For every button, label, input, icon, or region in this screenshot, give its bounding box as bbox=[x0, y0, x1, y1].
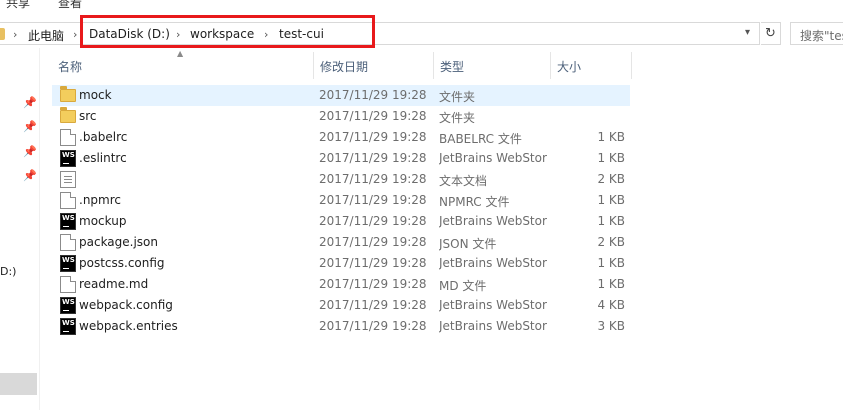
chevron-right-icon[interactable]: › bbox=[13, 28, 17, 41]
text-document-icon bbox=[60, 171, 76, 188]
search-input[interactable]: 搜索"test-cui" bbox=[790, 22, 843, 45]
file-size: 2 KB bbox=[597, 172, 625, 186]
webstorm-icon bbox=[60, 213, 76, 230]
refresh-icon[interactable]: ↻ bbox=[761, 22, 781, 45]
address-highlight-box bbox=[80, 15, 375, 48]
file-name: .babelrc bbox=[79, 130, 128, 144]
file-size: 1 KB bbox=[597, 193, 625, 207]
file-icon bbox=[60, 192, 76, 209]
file-icon bbox=[60, 276, 76, 293]
file-date: 2017/11/29 19:28 bbox=[319, 130, 427, 144]
file-name: mockup bbox=[79, 214, 127, 228]
navigation-pane: 📌 📌 📌 📌 D:) bbox=[0, 48, 40, 410]
file-type: JetBrains WebStorm bbox=[439, 256, 547, 270]
file-size: 4 KB bbox=[597, 298, 625, 312]
file-row[interactable]: package.json 2017/11/29 19:28 JSON 文件 2 KB bbox=[52, 232, 630, 253]
pin-icon[interactable]: 📌 bbox=[23, 169, 37, 182]
file-size: 1 KB bbox=[597, 277, 625, 291]
file-row[interactable]: mock 2017/11/29 19:28 文件夹 bbox=[52, 85, 630, 106]
nav-item-drive[interactable]: D:) bbox=[0, 265, 16, 278]
folder-icon bbox=[60, 86, 76, 102]
file-name: package.json bbox=[79, 235, 159, 249]
file-type: 文件夹 bbox=[439, 111, 476, 125]
file-type: MD 文件 bbox=[439, 279, 487, 293]
file-name: .eslintrc bbox=[79, 151, 127, 165]
pin-icon[interactable]: 📌 bbox=[23, 120, 37, 133]
file-row[interactable]: .eslintrc 2017/11/29 19:28 JetBrains WebSt… bbox=[52, 148, 630, 169]
file-row[interactable]: mockup 2017/11/29 19:28 JetBrains WebStorm… bbox=[52, 211, 630, 232]
file-type: 文件夹 bbox=[439, 90, 476, 104]
file-type: JSON 文件 bbox=[439, 237, 497, 251]
file-row[interactable]: .npmrc 2017/11/29 19:28 NPMRC 文件 1 KB bbox=[52, 190, 630, 211]
folder-icon bbox=[60, 107, 76, 123]
column-name[interactable]: 名称 bbox=[52, 52, 314, 79]
file-type: JetBrains WebStorm bbox=[439, 214, 547, 228]
ribbon-tab-view[interactable]: 查看 bbox=[58, 0, 82, 11]
column-size[interactable]: 大小 bbox=[551, 52, 632, 79]
file-name: src bbox=[79, 109, 97, 123]
file-size: 1 KB bbox=[597, 214, 625, 228]
pin-icon[interactable]: 📌 bbox=[23, 145, 37, 158]
ribbon-tab-share[interactable]: 共享 bbox=[6, 0, 30, 11]
file-row[interactable]: src 2017/11/29 19:28 文件夹 bbox=[52, 106, 630, 127]
file-type: JetBrains WebStorm bbox=[439, 151, 547, 165]
file-date: 2017/11/29 19:28 bbox=[319, 298, 427, 312]
file-date: 2017/11/29 19:28 bbox=[319, 214, 427, 228]
nav-selected-item[interactable] bbox=[0, 373, 37, 395]
file-type: NPMRC 文件 bbox=[439, 195, 510, 209]
pin-icon[interactable]: 📌 bbox=[23, 96, 37, 109]
file-type: BABELRC 文件 bbox=[439, 132, 522, 146]
breadcrumb-this-pc[interactable]: 此电脑 bbox=[28, 27, 64, 44]
file-date: 2017/11/29 19:28 bbox=[319, 235, 427, 249]
file-date: 2017/11/29 19:28 bbox=[319, 88, 427, 102]
file-name: webpack.config bbox=[79, 298, 173, 312]
column-header: ▲ 名称 修改日期 类型 大小 bbox=[52, 49, 632, 79]
file-name: mock bbox=[79, 88, 112, 102]
webstorm-icon bbox=[60, 318, 76, 335]
file-date: 2017/11/29 19:28 bbox=[319, 256, 427, 270]
chevron-down-icon[interactable]: ▾ bbox=[745, 27, 750, 38]
column-date[interactable]: 修改日期 bbox=[314, 52, 434, 79]
file-type: JetBrains WebStorm bbox=[439, 319, 547, 333]
column-type[interactable]: 类型 bbox=[434, 52, 551, 79]
file-row[interactable]: webpack.entries 2017/11/29 19:28 JetBrains… bbox=[52, 316, 630, 337]
file-icon bbox=[60, 234, 76, 251]
file-icon bbox=[60, 129, 76, 146]
webstorm-icon bbox=[60, 150, 76, 167]
folder-icon bbox=[0, 28, 5, 40]
file-row[interactable]: readme.md 2017/11/29 19:28 MD 文件 1 KB bbox=[52, 274, 630, 295]
file-row[interactable]: 2017/11/29 19:28 文本文档 2 KB bbox=[52, 169, 630, 190]
file-date: 2017/11/29 19:28 bbox=[319, 319, 427, 333]
file-size: 3 KB bbox=[597, 319, 625, 333]
file-row[interactable]: webpack.config 2017/11/29 19:28 JetBrains … bbox=[52, 295, 630, 316]
file-date: 2017/11/29 19:28 bbox=[319, 277, 427, 291]
file-date: 2017/11/29 19:28 bbox=[319, 109, 427, 123]
file-row[interactable]: postcss.config 2017/11/29 19:28 JetBrains … bbox=[52, 253, 630, 274]
file-name: .npmrc bbox=[79, 193, 121, 207]
file-type: JetBrains WebStorm bbox=[439, 298, 547, 312]
file-size: 1 KB bbox=[597, 151, 625, 165]
file-row[interactable]: .babelrc 2017/11/29 19:28 BABELRC 文件 1 KB bbox=[52, 127, 630, 148]
file-name: webpack.entries bbox=[79, 319, 178, 333]
file-date: 2017/11/29 19:28 bbox=[319, 193, 427, 207]
chevron-right-icon[interactable]: › bbox=[73, 28, 77, 41]
file-size: 1 KB bbox=[597, 130, 625, 144]
file-name: readme.md bbox=[79, 277, 149, 291]
file-size: 1 KB bbox=[597, 256, 625, 270]
webstorm-icon bbox=[60, 297, 76, 314]
webstorm-icon bbox=[60, 255, 76, 272]
file-type: 文本文档 bbox=[439, 174, 488, 188]
file-name: postcss.config bbox=[79, 256, 165, 270]
file-date: 2017/11/29 19:28 bbox=[319, 172, 427, 186]
file-date: 2017/11/29 19:28 bbox=[319, 151, 427, 165]
file-size: 2 KB bbox=[597, 235, 625, 249]
ribbon-tabs: 共享 查看 bbox=[0, 0, 843, 14]
